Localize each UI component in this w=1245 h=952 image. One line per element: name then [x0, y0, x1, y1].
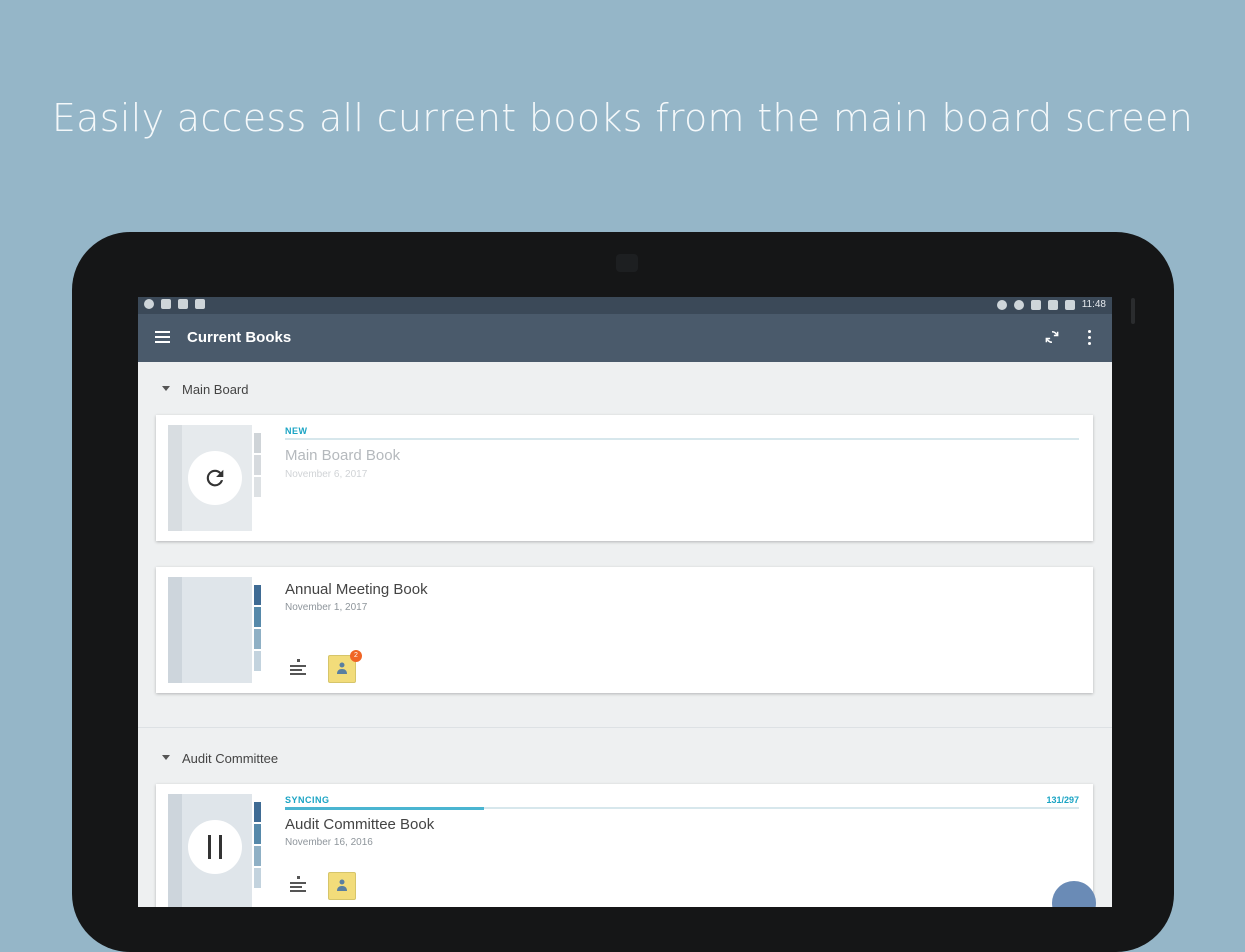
book-title: Main Board Book: [285, 447, 401, 464]
book-card-annual-meeting[interactable]: Annual Meeting Book November 1, 2017 2: [156, 567, 1093, 693]
pause-button[interactable]: [188, 820, 242, 874]
pause-icon: [208, 835, 222, 859]
image-icon: [161, 299, 171, 309]
agenda-icon[interactable]: [289, 659, 309, 679]
dnd-icon: [996, 299, 1007, 310]
camera: [616, 254, 638, 272]
book-title: Audit Committee Book: [285, 816, 435, 833]
tagline: Easily access all current books from the…: [51, 96, 1194, 140]
section-header-audit-committee[interactable]: Audit Committee: [138, 734, 1112, 784]
notification-icon: [144, 299, 154, 309]
status-time: 11:48: [1081, 299, 1106, 310]
menu-icon[interactable]: [155, 331, 170, 343]
status-line: [285, 438, 1079, 440]
tablet-frame: 11:48 Current Books Main Board NEW Main …: [72, 232, 1174, 952]
refresh-icon: [206, 469, 224, 487]
book-title: Annual Meeting Book: [285, 581, 428, 598]
book-card-main-board[interactable]: NEW Main Board Book November 6, 2017: [156, 415, 1093, 541]
wifi-icon: [1047, 299, 1058, 310]
book-cover: [168, 425, 261, 531]
page-title: Current Books: [187, 329, 292, 346]
sync-icon[interactable]: [1043, 328, 1061, 346]
person-icon: [337, 879, 347, 891]
more-options-icon[interactable]: [1086, 328, 1092, 346]
book-cover: [168, 577, 261, 683]
clipboard-icon: [195, 299, 205, 309]
status-bar: 11:48: [138, 297, 1112, 314]
section-label: Audit Committee: [182, 751, 279, 766]
app-bar: Current Books: [138, 314, 1112, 362]
caret-down-icon: [162, 755, 170, 760]
refresh-button[interactable]: [188, 451, 242, 505]
book-date: November 16, 2016: [285, 837, 373, 848]
app-screen: 11:48 Current Books Main Board NEW Main …: [138, 297, 1112, 907]
person-icon: [337, 662, 347, 674]
annotation-count-badge: 2: [350, 650, 362, 662]
book-date: November 1, 2017: [285, 602, 368, 613]
agenda-icon[interactable]: [289, 876, 309, 896]
alert-icon: [178, 299, 188, 309]
alarm-icon: [1013, 299, 1024, 310]
sync-progress-count: 131/297: [1046, 795, 1079, 805]
key-icon: [1030, 299, 1041, 310]
book-cover: [168, 794, 261, 907]
annotations-button[interactable]: [328, 872, 356, 900]
section-divider: [138, 727, 1112, 728]
section-label: Main Board: [182, 382, 249, 397]
side-button: [1131, 298, 1135, 324]
progress-bar-fill: [285, 807, 484, 810]
caret-down-icon: [162, 386, 170, 391]
status-badge: NEW: [285, 426, 308, 436]
section-header-main-board[interactable]: Main Board: [138, 365, 1112, 415]
battery-icon: [1064, 299, 1075, 310]
annotations-button[interactable]: 2: [328, 650, 362, 683]
status-badge: SYNCING: [285, 795, 330, 805]
book-card-audit-committee[interactable]: SYNCING 131/297 Audit Committee Book Nov…: [156, 784, 1093, 907]
book-date: November 6, 2017: [285, 469, 368, 480]
